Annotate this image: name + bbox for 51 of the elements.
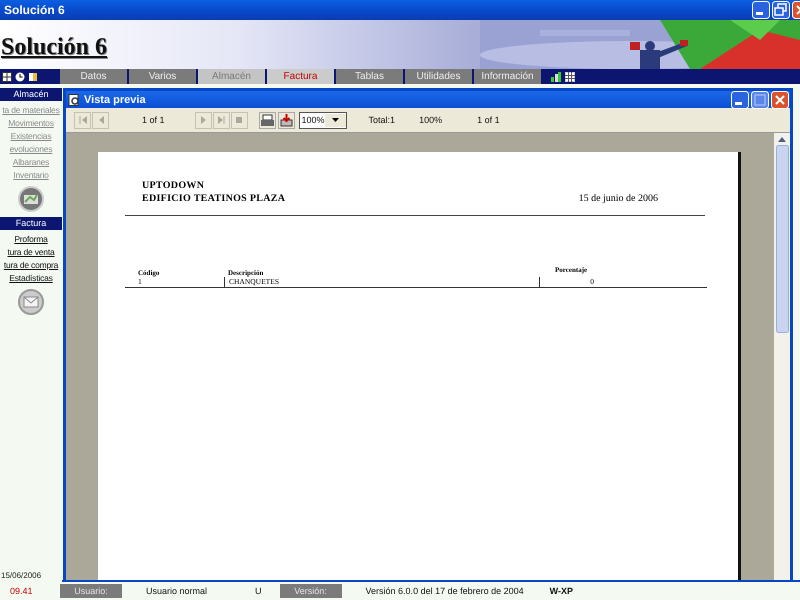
total-label: Total:1 (368, 115, 396, 125)
zoom-label: 100% (419, 115, 442, 125)
dropdown-arrow-icon (332, 118, 339, 122)
sidebar-link[interactable]: tura de compra (0, 259, 62, 272)
section-header: Factura (0, 217, 62, 230)
minimize-button[interactable] (731, 90, 749, 108)
minimize-button[interactable] (752, 1, 770, 19)
restore-button[interactable] (772, 1, 790, 19)
status-value: Usuario normal (146, 586, 208, 596)
book-icon[interactable] (28, 72, 38, 82)
scrollbar-thumb[interactable] (776, 143, 788, 333)
close-button[interactable] (771, 90, 789, 108)
calendar-icon[interactable] (565, 72, 575, 82)
status-value: U (255, 586, 262, 596)
export-button[interactable] (278, 112, 295, 128)
envelope-icon (18, 289, 44, 315)
sidebar-link[interactable]: Estadísticas (0, 272, 62, 285)
date-label: 15/06/2006 (0, 571, 42, 580)
grid-icon[interactable] (2, 72, 12, 82)
window-title: Solución 6 (4, 3, 66, 17)
menu-tab[interactable]: Utilidades (405, 69, 472, 84)
page-label: 1 of 1 (477, 115, 500, 125)
clock-icon[interactable] (15, 72, 25, 82)
chart-icon[interactable] (551, 72, 561, 82)
menu-tab[interactable]: Datos (60, 69, 127, 84)
time-label: 09.41 (9, 585, 34, 598)
tray-arrow-icon (278, 112, 294, 128)
window-title: Vista previa (84, 94, 147, 106)
scroll-up-arrow-icon[interactable] (777, 135, 787, 143)
status-label: Versión: (280, 584, 342, 598)
sidebar-link[interactable]: Proforma (0, 233, 62, 246)
status-value: Versión 6.0.0 del 17 de febrero de 2004 (366, 586, 524, 596)
menu-tab[interactable]: Factura (267, 69, 334, 84)
menu-tab[interactable]: Varios (129, 69, 196, 84)
sidebar-link[interactable]: tura de venta (0, 246, 62, 259)
menu-tab[interactable]: Información (474, 69, 541, 84)
print-button[interactable] (258, 112, 276, 128)
status-label: Usuario: (60, 584, 122, 598)
preview-icon (68, 94, 80, 106)
zoom-dropdown[interactable]: 100% (298, 112, 347, 128)
company-address: EDIFICIO TEATINOS PLAZA (142, 192, 286, 205)
menu-tab[interactable]: Tablas (336, 69, 403, 84)
status-value: W-XP (550, 586, 573, 596)
report-date: 15 de junio de 2006 (578, 193, 658, 205)
app-logo-title: Solución 6 (0, 33, 108, 61)
printer-icon (260, 112, 275, 128)
company-name: UPTODOWN (142, 179, 206, 192)
coin-icon (18, 186, 44, 212)
page-indicator: 1 of 1 (142, 115, 165, 125)
maximize-button[interactable] (751, 90, 769, 108)
section-header: Almacén (0, 88, 62, 101)
